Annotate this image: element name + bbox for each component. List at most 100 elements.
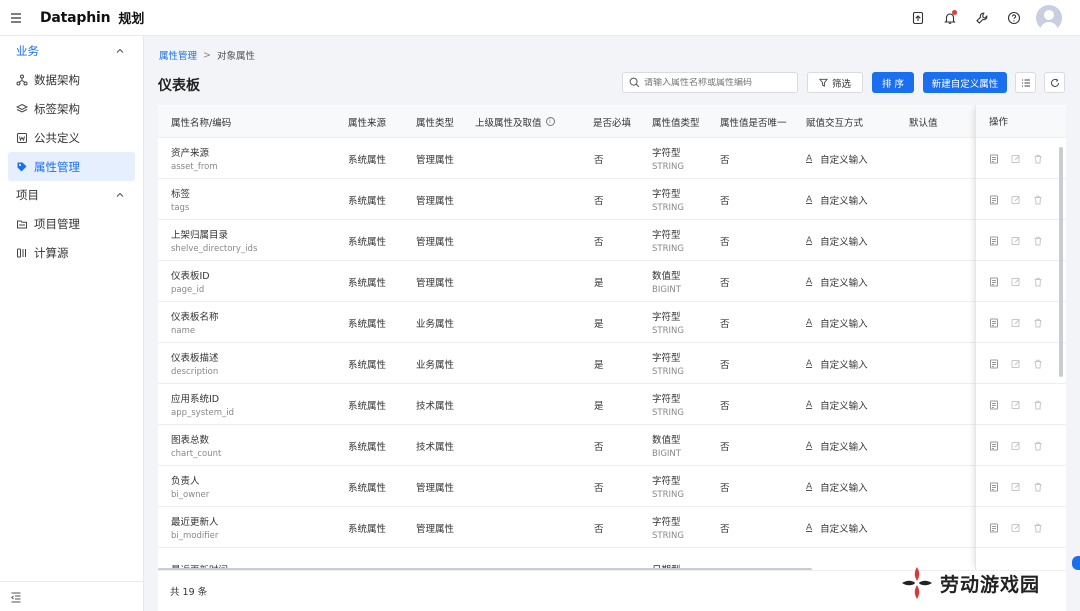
- user-avatar[interactable]: [1036, 5, 1062, 31]
- upload-button[interactable]: [902, 0, 934, 36]
- sidebar-item-attribute-management[interactable]: 属性管理: [8, 152, 135, 181]
- new-attribute-button[interactable]: 新建自定义属性: [923, 72, 1007, 93]
- column-header-parent-label: 上级属性及取值: [475, 117, 542, 129]
- delete-button[interactable]: [1033, 317, 1043, 328]
- top-icons: [902, 0, 1080, 36]
- view-detail-button[interactable]: [989, 522, 999, 533]
- edit-button[interactable]: [1011, 235, 1021, 245]
- edit-button[interactable]: [1011, 481, 1021, 491]
- column-header-name: 属性名称/编码: [171, 117, 232, 129]
- edit-button[interactable]: [1011, 194, 1021, 204]
- sidebar-collapse-button[interactable]: [0, 581, 144, 611]
- delete-button[interactable]: [1033, 276, 1043, 287]
- text-input-icon: A: [806, 399, 813, 410]
- menu-toggle-button[interactable]: [0, 0, 32, 36]
- text-input-icon: A: [806, 481, 813, 492]
- value-type-code: STRING: [652, 531, 684, 541]
- edit-button[interactable]: [1011, 440, 1021, 450]
- delete-button[interactable]: [1033, 153, 1043, 164]
- cell-unique: 否: [720, 195, 730, 207]
- edit-button[interactable]: [1011, 276, 1021, 286]
- delete-button[interactable]: [1033, 194, 1043, 205]
- view-detail-button[interactable]: [989, 276, 999, 287]
- tag-icon: [17, 162, 27, 171]
- sidebar: 业务 数据架构 标签架构 公共定义 属性管理 项目 项目管理 计算源: [0, 36, 144, 611]
- view-detail-button[interactable]: [989, 194, 999, 205]
- view-detail-button[interactable]: [989, 440, 999, 451]
- cell-unique: 否: [720, 400, 730, 412]
- sidebar-item-label: 计算源: [34, 245, 69, 260]
- sidebar-group-business[interactable]: 业务: [0, 37, 143, 65]
- sidebar-item-project-management[interactable]: 项目管理: [0, 209, 143, 238]
- vertical-scrollbar[interactable]: [1059, 147, 1063, 377]
- search-box[interactable]: [622, 72, 798, 93]
- cell-type: 管理属性: [416, 195, 455, 207]
- cell-required: 是: [594, 400, 604, 412]
- column-header-type: 属性类型: [416, 117, 455, 129]
- edit-button[interactable]: [1011, 317, 1021, 327]
- search-input[interactable]: [644, 77, 794, 88]
- help-button[interactable]: [998, 0, 1030, 36]
- value-type-code: STRING: [652, 490, 684, 500]
- view-detail-button[interactable]: [989, 153, 999, 164]
- layers-icon: [16, 103, 28, 113]
- interaction-label: 自定义输入: [820, 236, 868, 248]
- edit-button[interactable]: [1011, 153, 1021, 163]
- info-icon[interactable]: i: [545, 117, 555, 126]
- attribute-code: name: [171, 326, 196, 336]
- value-type-code: STRING: [652, 326, 684, 336]
- sidebar-group-project[interactable]: 项目: [0, 181, 143, 209]
- table-row: 图表总数 chart_count 系统属性 技术属性 否 数值型 BIGINT 否 A 自定义输入: [158, 425, 1066, 466]
- edit-button[interactable]: [1011, 522, 1021, 532]
- attribute-name: 负责人: [171, 476, 200, 487]
- cell-unique: 否: [720, 318, 730, 330]
- operations-row: [976, 466, 1066, 507]
- breadcrumb: 属性管理 > 对象属性: [159, 48, 255, 63]
- view-detail-button[interactable]: [989, 399, 999, 410]
- cell-type: 管理属性: [416, 482, 455, 494]
- column-header-operations: 操作: [976, 105, 1066, 138]
- cell-type: 业务属性: [416, 359, 455, 371]
- table-row: 最近更新人 bi_modifier 系统属性 管理属性 否 字符型 STRING 否 A 自定义输…: [158, 507, 1066, 548]
- edit-button[interactable]: [1011, 399, 1021, 409]
- delete-button[interactable]: [1033, 481, 1043, 492]
- edit-button[interactable]: [1011, 358, 1021, 368]
- delete-icon: [1034, 441, 1042, 451]
- table-row: 仪表板ID page_id 系统属性 管理属性 是 数值型 BIGINT 否 A 自定义输入: [158, 261, 1066, 302]
- notification-dot: [952, 10, 957, 15]
- operations-row: [976, 179, 1066, 220]
- delete-button[interactable]: [1033, 358, 1043, 369]
- cell-value-type: 字符型 STRING: [652, 220, 684, 261]
- sidebar-item-compute-source[interactable]: 计算源: [0, 238, 143, 267]
- delete-icon: [1034, 482, 1042, 492]
- notification-button[interactable]: [934, 0, 966, 36]
- refresh-button[interactable]: [1044, 72, 1065, 93]
- view-detail-button[interactable]: [989, 235, 999, 246]
- attribute-name: 仪表板描述: [171, 353, 219, 364]
- delete-button[interactable]: [1033, 235, 1043, 246]
- view-detail-button[interactable]: [989, 317, 999, 328]
- sidebar-item-public-definition[interactable]: 公共定义: [0, 123, 143, 152]
- brand[interactable]: Dataphin 规划: [40, 8, 144, 28]
- filter-button[interactable]: 筛选: [807, 72, 863, 93]
- sidebar-item-data-architecture[interactable]: 数据架构: [0, 65, 143, 94]
- cell-interaction: A 自定义输入: [806, 384, 868, 425]
- cell-source: 系统属性: [348, 482, 387, 494]
- breadcrumb-current: 对象属性: [216, 51, 255, 62]
- column-settings-button[interactable]: [1015, 72, 1036, 93]
- floating-assistant-button[interactable]: [1072, 556, 1080, 570]
- view-detail-button[interactable]: [989, 481, 999, 492]
- sort-button[interactable]: 排 序: [872, 72, 914, 93]
- operations-row: [976, 261, 1066, 302]
- sidebar-item-label: 项目管理: [34, 216, 80, 231]
- delete-button[interactable]: [1033, 522, 1043, 533]
- detail-icon: [990, 318, 998, 328]
- view-detail-button[interactable]: [989, 358, 999, 369]
- delete-icon: [1034, 154, 1042, 164]
- sidebar-item-tag-architecture[interactable]: 标签架构: [0, 94, 143, 123]
- tools-button[interactable]: [966, 0, 998, 36]
- delete-button[interactable]: [1033, 440, 1043, 451]
- breadcrumb-parent-link[interactable]: 属性管理: [159, 48, 197, 62]
- delete-button[interactable]: [1033, 399, 1043, 410]
- text-input-icon: A: [806, 276, 813, 287]
